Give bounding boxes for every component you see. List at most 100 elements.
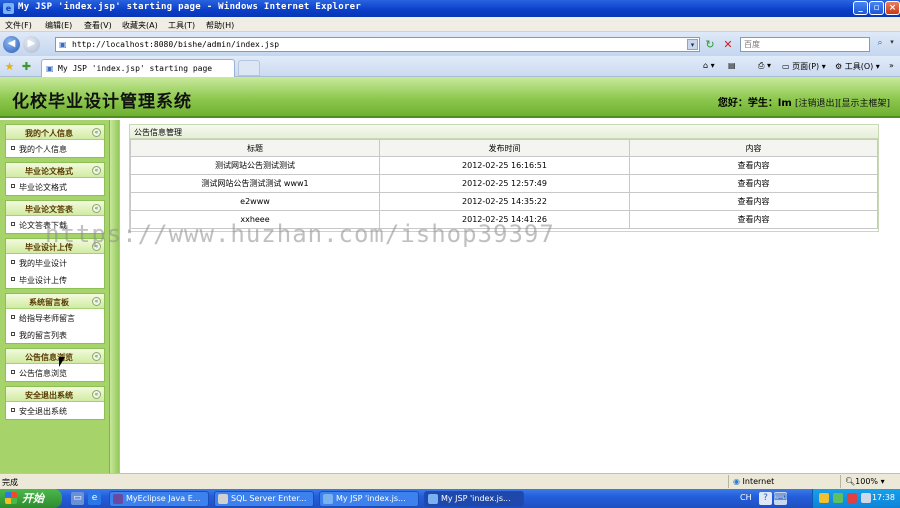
tray-security-icon[interactable] — [847, 493, 857, 503]
sidebar-item-my-design[interactable]: 我的毕业设计 — [6, 254, 104, 271]
sidebar-group-personal: 我的个人信息 « 我的个人信息 — [5, 124, 105, 158]
sidebar-splitter[interactable] — [109, 120, 119, 473]
notice-time: 2012-02-25 12:57:49 — [379, 174, 630, 193]
tray-shield-icon[interactable] — [861, 493, 871, 503]
group-header[interactable]: 毕业设计上传 « — [6, 239, 104, 254]
collapse-icon[interactable]: « — [92, 166, 101, 175]
language-indicator[interactable]: CH — [740, 493, 752, 502]
group-header[interactable]: 毕业论文格式 « — [6, 163, 104, 178]
home-frame-link[interactable]: [显示主框架] — [838, 99, 890, 109]
menu-edit[interactable]: 编辑(E) — [45, 20, 72, 31]
collapse-icon[interactable]: « — [92, 297, 101, 306]
table-row: e2www 2012-02-25 14:35:22 查看内容 — [130, 192, 878, 211]
menu-file[interactable]: 文件(F) — [5, 20, 32, 31]
new-tab-button[interactable] — [238, 60, 260, 76]
sidebar-item-thesis-format[interactable]: 毕业论文格式 — [6, 178, 104, 195]
search-box[interactable] — [740, 37, 870, 52]
menu-favorites[interactable]: 收藏夹(A) — [122, 20, 158, 31]
minimize-button[interactable]: _ — [853, 1, 868, 15]
tab-index-jsp[interactable]: ▣ My JSP 'index.jsp' starting page — [41, 59, 235, 77]
group-title: 毕业论文答表 — [25, 205, 73, 214]
task-sql-server[interactable]: SQL Server Enter... — [214, 491, 314, 507]
zone-label: Internet — [742, 477, 775, 486]
zoom-label: 100% — [855, 477, 879, 486]
collapse-icon[interactable]: « — [92, 390, 101, 399]
sidebar-item-message-teacher[interactable]: 给指导老师留言 — [6, 309, 104, 326]
show-desktop-icon[interactable]: ▭ — [71, 492, 84, 505]
sidebar: 我的个人信息 « 我的个人信息 毕业论文格式 « 毕业论文格式 毕业论文答表 « 论文… — [0, 120, 120, 473]
favorites-star-icon[interactable]: ★ — [3, 60, 16, 73]
taskbar: 开始 ▭ e MyEclipse Java E... SQL Server En… — [0, 489, 900, 508]
ime-icon[interactable]: ⌨ — [774, 492, 787, 505]
sidebar-item-my-messages[interactable]: 我的留言列表 — [6, 326, 104, 343]
security-zone[interactable]: ◉ Internet — [733, 477, 774, 486]
windows-flag-icon — [5, 492, 17, 504]
sidebar-item-my-info[interactable]: 我的个人信息 — [6, 140, 104, 157]
ie-quicklaunch-icon[interactable]: e — [88, 492, 101, 505]
more-icon[interactable]: » — [889, 61, 894, 70]
group-header[interactable]: 安全退出系统 « — [6, 387, 104, 402]
search-input[interactable] — [741, 38, 867, 51]
sidebar-item-label: 安全退出系统 — [19, 407, 67, 416]
menu-help[interactable]: 帮助(H) — [206, 20, 234, 31]
tray-network-icon[interactable] — [833, 493, 843, 503]
collapse-icon[interactable]: « — [92, 352, 101, 361]
group-title: 系统留言板 — [29, 298, 69, 307]
feeds-icon[interactable]: ▤ — [728, 61, 736, 70]
group-header[interactable]: 公告信息浏览 « — [6, 349, 104, 364]
task-ie-1[interactable]: My JSP 'index.js... — [319, 491, 419, 507]
sidebar-item-notice-browse[interactable]: 公告信息浏览 — [6, 364, 104, 381]
page-icon: ▣ — [59, 40, 67, 49]
tools-menu-label: 工具(O) — [844, 62, 874, 71]
view-content-link[interactable]: 查看内容 — [629, 192, 878, 211]
sidebar-item-label: 给指导老师留言 — [19, 314, 75, 323]
table-header-row: 标题 发布时间 内容 — [130, 139, 878, 157]
bullet-icon — [11, 315, 15, 319]
close-button[interactable]: × — [885, 1, 900, 15]
task-ie-2[interactable]: My JSP 'index.js... — [424, 491, 524, 507]
tray-folder-icon[interactable] — [819, 493, 829, 503]
welcome-area: 您好：学生：lm [注销退出][显示主框架] — [718, 94, 890, 109]
group-title: 毕业论文格式 — [25, 167, 73, 176]
refresh-icon[interactable]: ↻ — [703, 38, 717, 51]
help-icon[interactable]: ? — [759, 492, 772, 505]
menu-view[interactable]: 查看(V) — [84, 20, 112, 31]
search-icon[interactable]: ⌕ — [873, 38, 887, 51]
group-header[interactable]: 系统留言板 « — [6, 294, 104, 309]
print-icon[interactable]: ⎙ ▾ — [758, 61, 771, 71]
sidebar-item-form-download[interactable]: 论文答表下载 — [6, 216, 104, 233]
view-content-link[interactable]: 查看内容 — [629, 156, 878, 175]
task-myeclipse[interactable]: MyEclipse Java E... — [109, 491, 209, 507]
notice-panel: 公告信息管理 标题 发布时间 内容 测试网站公告测试测试 2012-02-25 … — [129, 124, 879, 232]
notice-table: 标题 发布时间 内容 测试网站公告测试测试 2012-02-25 16:16:5… — [130, 139, 878, 229]
page-menu[interactable]: ▭ 页面(P) ▾ — [782, 61, 826, 72]
view-content-link[interactable]: 查看内容 — [629, 174, 878, 193]
sidebar-item-safe-logout[interactable]: 安全退出系统 — [6, 402, 104, 419]
sidebar-item-label: 我的留言列表 — [19, 331, 67, 340]
zoom-level[interactable]: 🔍︎100% ▾ — [845, 477, 885, 486]
group-header[interactable]: 我的个人信息 « — [6, 125, 104, 140]
menu-tools[interactable]: 工具(T) — [168, 20, 195, 31]
logout-link[interactable]: [注销退出] — [795, 99, 838, 109]
collapse-icon[interactable]: « — [92, 242, 101, 251]
sidebar-item-design-upload[interactable]: 毕业设计上传 — [6, 271, 104, 288]
bullet-icon — [11, 277, 15, 281]
maximize-button[interactable]: ▫ — [869, 1, 884, 15]
column-header-time: 发布时间 — [379, 139, 630, 157]
address-dropdown-icon[interactable]: ▾ — [687, 39, 698, 50]
home-icon[interactable]: ⌂ ▾ — [703, 61, 715, 70]
back-button[interactable]: ◀ — [3, 36, 20, 53]
search-dropdown-icon[interactable]: ▾ — [887, 38, 897, 51]
address-url[interactable]: http://localhost:8080/bishe/admin/index.… — [72, 40, 279, 49]
address-bar[interactable]: ▣ http://localhost:8080/bishe/admin/inde… — [55, 37, 700, 52]
collapse-icon[interactable]: « — [92, 128, 101, 137]
view-content-link[interactable]: 查看内容 — [629, 210, 878, 229]
stop-icon[interactable]: ✕ — [721, 38, 735, 51]
bullet-icon — [11, 222, 15, 226]
group-header[interactable]: 毕业论文答表 « — [6, 201, 104, 216]
start-button[interactable]: 开始 — [0, 489, 62, 508]
tools-menu[interactable]: ⚙ 工具(O) ▾ — [835, 61, 880, 72]
forward-button[interactable]: ▶ — [23, 36, 40, 53]
collapse-icon[interactable]: « — [92, 204, 101, 213]
add-favorites-icon[interactable]: ✚ — [20, 60, 33, 73]
